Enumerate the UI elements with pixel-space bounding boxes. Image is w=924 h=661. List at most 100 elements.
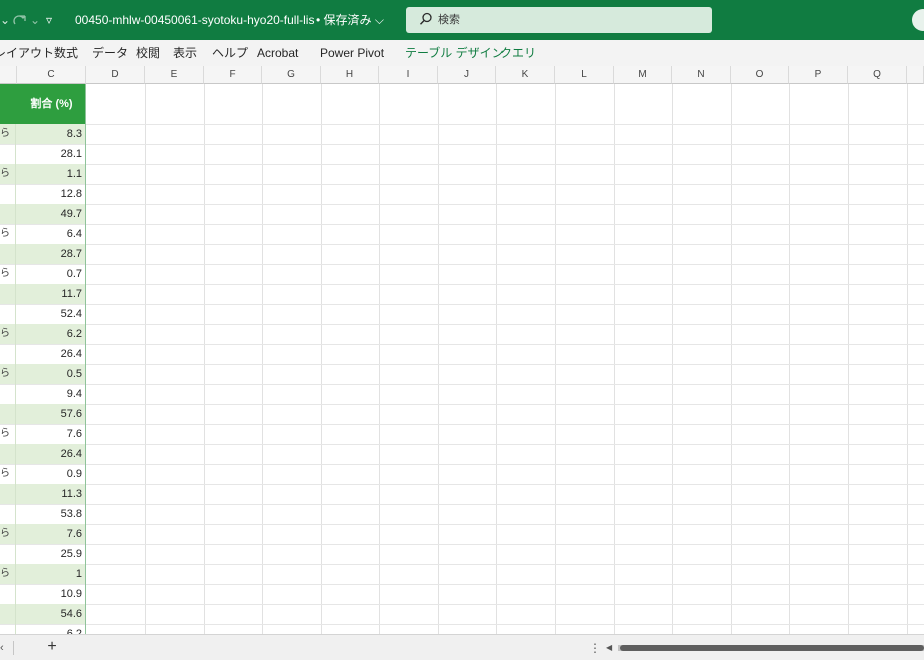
- tab-data[interactable]: データ: [92, 40, 128, 66]
- table-row[interactable]: 54.6: [0, 604, 86, 624]
- table-row[interactable]: ら 0.9: [0, 464, 86, 484]
- chevron-left-icon[interactable]: ‹: [0, 635, 8, 661]
- cell-b[interactable]: [0, 624, 16, 634]
- cell-b[interactable]: [0, 444, 16, 464]
- table-row[interactable]: 26.4: [0, 344, 86, 364]
- column-header-d[interactable]: D: [86, 66, 145, 84]
- cell-c[interactable]: 1: [17, 564, 85, 584]
- table-row[interactable]: 26.4: [0, 444, 86, 464]
- cell-c[interactable]: 6.2: [17, 324, 85, 344]
- customize-qat-icon[interactable]: ▿: [46, 0, 58, 40]
- cell-b[interactable]: ら: [0, 264, 16, 284]
- cell-b[interactable]: [0, 544, 16, 564]
- search-input[interactable]: [438, 10, 698, 30]
- column-header-q[interactable]: Q: [848, 66, 907, 84]
- cell-c[interactable]: 28.7: [17, 244, 85, 264]
- cell-c[interactable]: 6.2: [17, 624, 85, 634]
- cell-c[interactable]: 0.9: [17, 464, 85, 484]
- cell-c[interactable]: 0.5: [17, 364, 85, 384]
- column-header-r[interactable]: [907, 66, 924, 84]
- cell-b[interactable]: [0, 604, 16, 624]
- cell-c[interactable]: 26.4: [17, 444, 85, 464]
- redo-icon[interactable]: [12, 0, 30, 40]
- cell-b[interactable]: [0, 404, 16, 424]
- cell-c[interactable]: 11.7: [17, 284, 85, 304]
- cell-b[interactable]: [0, 204, 16, 224]
- cell-c[interactable]: 8.3: [17, 124, 85, 144]
- tab-help[interactable]: ヘルプ: [212, 40, 248, 66]
- table-row[interactable]: ら 0.7: [0, 264, 86, 284]
- add-sheet-button[interactable]: +: [44, 635, 60, 661]
- cell-b[interactable]: ら: [0, 524, 16, 544]
- table-row[interactable]: ら1: [0, 564, 86, 584]
- table-row[interactable]: 28.7: [0, 244, 86, 264]
- cell-b[interactable]: [0, 284, 16, 304]
- column-header-l[interactable]: L: [555, 66, 614, 84]
- cell-c[interactable]: 28.1: [17, 144, 85, 164]
- cell-b[interactable]: [0, 304, 16, 324]
- table-row[interactable]: 11.7: [0, 284, 86, 304]
- column-header-c[interactable]: C: [17, 66, 86, 84]
- column-header-o[interactable]: O: [731, 66, 789, 84]
- table-row[interactable]: 28.1: [0, 144, 86, 164]
- table-row[interactable]: 11.3: [0, 484, 86, 504]
- column-header-n[interactable]: N: [672, 66, 731, 84]
- column-header-h[interactable]: H: [321, 66, 379, 84]
- table-row[interactable]: ら 8.3: [0, 124, 86, 144]
- column-header-m[interactable]: M: [614, 66, 672, 84]
- table-row[interactable]: 9.4: [0, 384, 86, 404]
- cell-c[interactable]: 9.4: [17, 384, 85, 404]
- cell-b[interactable]: ら: [0, 364, 16, 384]
- cell-b[interactable]: [0, 184, 16, 204]
- cell-c[interactable]: 11.3: [17, 484, 85, 504]
- cell-b[interactable]: [0, 504, 16, 524]
- cell-c[interactable]: 6.4: [17, 224, 85, 244]
- column-header-p[interactable]: P: [789, 66, 848, 84]
- cell-c[interactable]: 7.6: [17, 424, 85, 444]
- cell-b[interactable]: [0, 484, 16, 504]
- tab-review[interactable]: 校閲: [136, 40, 160, 66]
- cell-b[interactable]: [0, 144, 16, 164]
- cell-c[interactable]: 1.1: [17, 164, 85, 184]
- table-row[interactable]: ら 1.1: [0, 164, 86, 184]
- table-row[interactable]: ら 6.2: [0, 324, 86, 344]
- table-header-cell[interactable]: 割合 (%): [0, 84, 86, 124]
- cell-b[interactable]: ら: [0, 424, 16, 444]
- cell-b[interactable]: ら: [0, 464, 16, 484]
- tab-view[interactable]: 表示: [173, 40, 197, 66]
- table-row[interactable]: ら 7.6: [0, 424, 86, 444]
- cell-b[interactable]: ら: [0, 164, 16, 184]
- table-row[interactable]: ら 7.6: [0, 524, 86, 544]
- cell-b[interactable]: ら: [0, 564, 16, 584]
- column-header-g[interactable]: G: [262, 66, 321, 84]
- cell-c[interactable]: 7.6: [17, 524, 85, 544]
- avatar[interactable]: [912, 9, 924, 31]
- cell-b[interactable]: [0, 384, 16, 404]
- cell-c[interactable]: 25.9: [17, 544, 85, 564]
- cell-b[interactable]: ら: [0, 224, 16, 244]
- redo-dropdown-icon[interactable]: ⌄: [30, 0, 40, 40]
- scroll-left-icon[interactable]: ◀: [606, 635, 616, 661]
- cell-b[interactable]: [0, 244, 16, 264]
- cell-b[interactable]: [0, 584, 16, 604]
- tab-formulas[interactable]: 数式: [54, 40, 78, 66]
- table-row[interactable]: 52.4: [0, 304, 86, 324]
- more-options-icon[interactable]: ⋮: [589, 635, 601, 661]
- table-row[interactable]: 53.8: [0, 504, 86, 524]
- table-row[interactable]: ら 6.4: [0, 224, 86, 244]
- table-row[interactable]: 25.9: [0, 544, 86, 564]
- search-box[interactable]: [406, 7, 712, 33]
- cell-c[interactable]: 53.8: [17, 504, 85, 524]
- tab-power-pivot[interactable]: Power Pivot: [320, 40, 384, 66]
- column-header-b[interactable]: [0, 66, 17, 84]
- cell-c[interactable]: 12.8: [17, 184, 85, 204]
- cell-c[interactable]: 57.6: [17, 404, 85, 424]
- table-row[interactable]: 12.8: [0, 184, 86, 204]
- column-header-k[interactable]: K: [496, 66, 555, 84]
- table-row[interactable]: 57.6: [0, 404, 86, 424]
- document-title[interactable]: 00450-mhlw-00450061-syotoku-hyo20-full-l…: [75, 0, 315, 40]
- tab-table-design[interactable]: テーブル デザイン: [405, 40, 504, 66]
- table-row[interactable]: 10.9: [0, 584, 86, 604]
- spreadsheet-grid[interactable]: C D E F G H I J K L M N O P Q 割合 (%) ら 8…: [0, 66, 924, 634]
- cell-c[interactable]: 54.6: [17, 604, 85, 624]
